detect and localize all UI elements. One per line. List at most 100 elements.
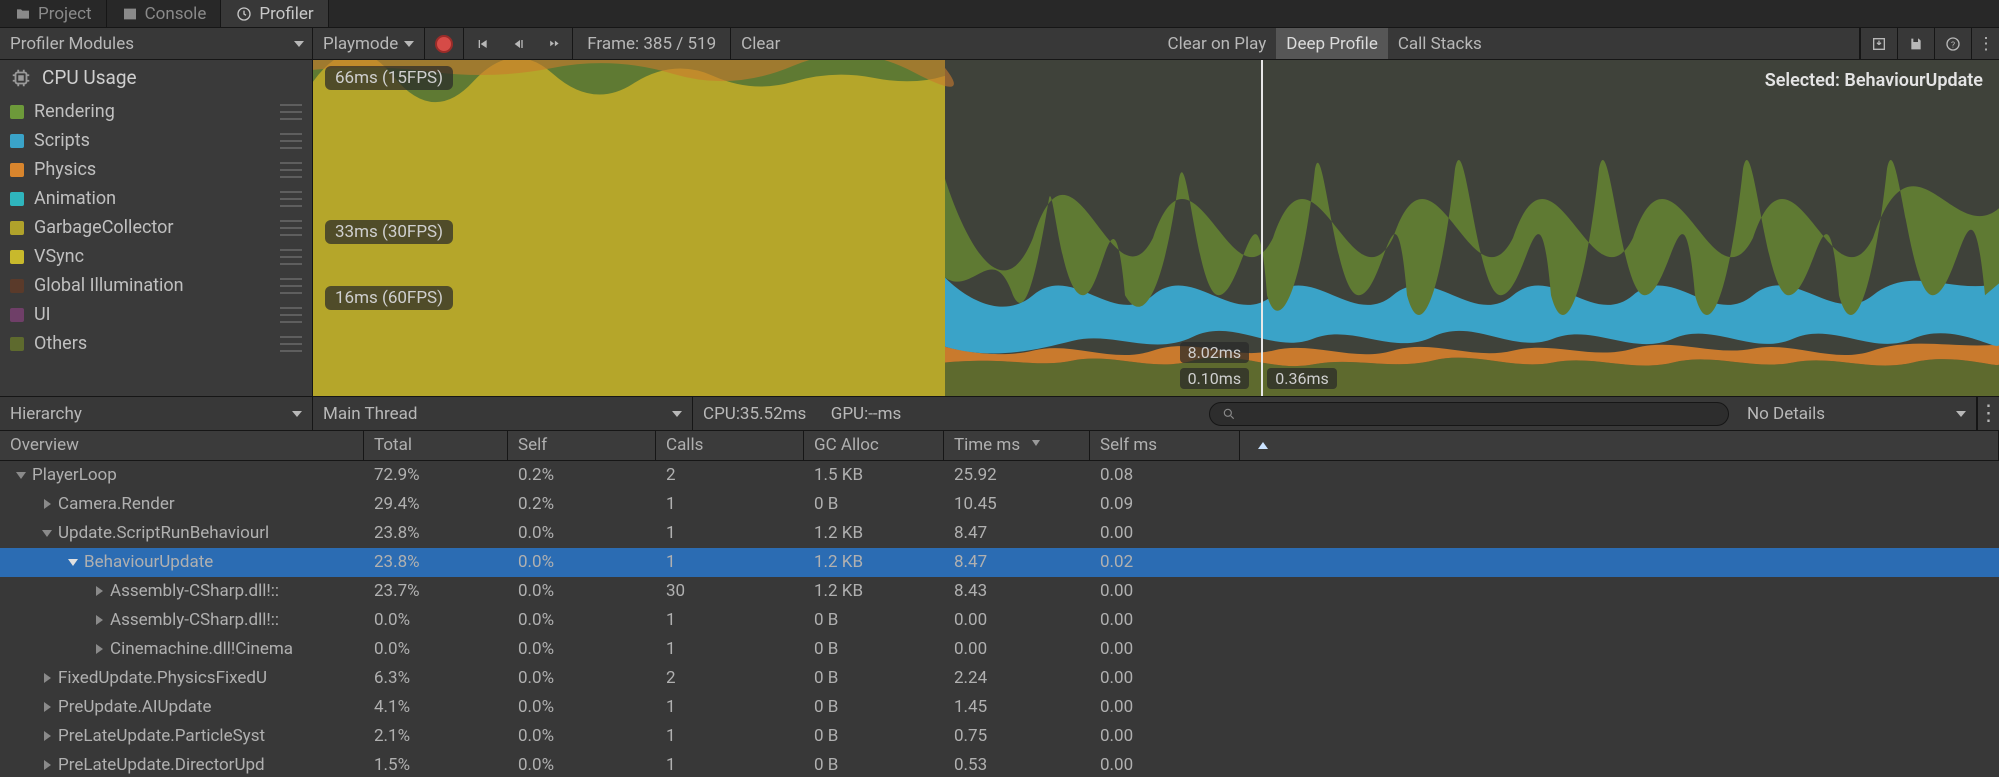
tab-profiler[interactable]: Profiler (221, 0, 328, 27)
tab-project[interactable]: Project (0, 0, 107, 27)
drag-handle-icon[interactable] (280, 191, 302, 207)
legend-item[interactable]: Others (0, 329, 312, 358)
legend-swatch (10, 221, 24, 235)
legend-label: Rendering (34, 101, 270, 122)
module-title[interactable]: CPU Usage (0, 60, 312, 97)
column-calls[interactable]: Calls (656, 431, 804, 460)
drag-handle-icon[interactable] (280, 162, 302, 178)
cell-calls: 1 (656, 726, 804, 746)
dropdown-label: Playmode (323, 34, 398, 54)
table-row[interactable]: Update.ScriptRunBehaviourl 23.8% 0.0% 1 … (0, 519, 1999, 548)
search-input[interactable] (1209, 402, 1729, 426)
next-frame-button[interactable] (536, 28, 572, 59)
record-button[interactable] (425, 28, 463, 59)
cell-self-ms: 0.09 (1090, 494, 1240, 514)
table-row[interactable]: Camera.Render 29.4% 0.2% 1 0 B 10.45 0.0… (0, 490, 1999, 519)
drag-handle-icon[interactable] (280, 278, 302, 294)
selected-marker-label: Selected: BehaviourUpdate (1765, 70, 1983, 91)
table-row[interactable]: PreUpdate.AIUpdate 4.1% 0.0% 1 0 B 1.45 … (0, 693, 1999, 722)
drag-handle-icon[interactable] (280, 336, 302, 352)
save-button[interactable] (1897, 28, 1934, 59)
column-time-ms[interactable]: Time ms (944, 431, 1090, 460)
prev-frame-button[interactable] (500, 28, 536, 59)
legend-item[interactable]: VSync (0, 242, 312, 271)
column-gc-alloc[interactable]: GC Alloc (804, 431, 944, 460)
table-row[interactable]: PreLateUpdate.ParticleSyst 2.1% 0.0% 1 0… (0, 722, 1999, 751)
row-name: Update.ScriptRunBehaviourl (58, 523, 269, 543)
cell-self: 0.0% (508, 726, 656, 746)
cell-time: 8.47 (944, 552, 1090, 572)
tab-console[interactable]: Console (107, 0, 222, 27)
folder-icon (14, 5, 32, 23)
drag-handle-icon[interactable] (280, 249, 302, 265)
first-frame-button[interactable] (464, 28, 500, 59)
column-total[interactable]: Total (364, 431, 508, 460)
table-row[interactable]: FixedUpdate.PhysicsFixedU 6.3% 0.0% 2 0 … (0, 664, 1999, 693)
cell-gc: 1.5 KB (804, 465, 944, 485)
clear-button[interactable]: Clear (731, 28, 790, 59)
table-row[interactable]: PreLateUpdate.DirectorUpd 1.5% 0.0% 1 0 … (0, 751, 1999, 777)
cell-gc: 0 B (804, 697, 944, 717)
context-menu-button[interactable]: ⋮ (1971, 28, 1999, 59)
dropdown-label: Main Thread (323, 404, 417, 424)
legend-item[interactable]: Scripts (0, 126, 312, 155)
legend-item[interactable]: Physics (0, 155, 312, 184)
disclosure-triangle[interactable] (40, 702, 54, 712)
disclosure-triangle[interactable] (40, 731, 54, 741)
drag-handle-icon[interactable] (280, 220, 302, 236)
column-self-ms[interactable]: Self ms (1090, 431, 1240, 460)
table-row[interactable]: BehaviourUpdate 23.8% 0.0% 1 1.2 KB 8.47… (0, 548, 1999, 577)
table-row[interactable]: Assembly-CSharp.dll!:: 23.7% 0.0% 30 1.2… (0, 577, 1999, 606)
disclosure-triangle[interactable] (92, 615, 106, 625)
step-forward-icon (546, 36, 562, 52)
details-panel-dropdown[interactable]: No Details (1737, 397, 1977, 430)
playmode-dropdown[interactable]: Playmode (313, 28, 424, 59)
cell-self: 0.2% (508, 494, 656, 514)
disclosure-triangle[interactable] (66, 559, 80, 566)
table-row[interactable]: Cinemachine.dll!Cinema 0.0% 0.0% 1 0 B 0… (0, 635, 1999, 664)
context-menu-button[interactable]: ⋮ (1977, 397, 1999, 430)
hierarchy-table[interactable]: PlayerLoop 72.9% 0.2% 2 1.5 KB 25.92 0.0… (0, 461, 1999, 777)
deep-profile-toggle[interactable]: Deep Profile (1276, 28, 1388, 59)
disclosure-triangle[interactable] (40, 673, 54, 683)
row-name: PreLateUpdate.ParticleSyst (58, 726, 265, 746)
column-overview[interactable]: Overview (0, 431, 364, 460)
legend-item[interactable]: GarbageCollector (0, 213, 312, 242)
legend-item[interactable]: UI (0, 300, 312, 329)
save-icon (1908, 36, 1924, 52)
drag-handle-icon[interactable] (280, 133, 302, 149)
legend-item[interactable]: Rendering (0, 97, 312, 126)
cell-self: 0.0% (508, 523, 656, 543)
drag-handle-icon[interactable] (280, 104, 302, 120)
disclosure-triangle[interactable] (40, 530, 54, 537)
table-row[interactable]: Assembly-CSharp.dll!:: 0.0% 0.0% 1 0 B 0… (0, 606, 1999, 635)
cell-time: 0.75 (944, 726, 1090, 746)
cell-self-ms: 0.00 (1090, 610, 1240, 630)
fps-marker-15: 66ms (15FPS) (325, 66, 453, 90)
load-button[interactable] (1860, 28, 1897, 59)
import-icon (1871, 36, 1887, 52)
cpu-chart[interactable]: 66ms (15FPS) 33ms (30FPS) 16ms (60FPS) S… (313, 60, 1999, 396)
kebab-icon: ⋮ (1978, 34, 1994, 54)
cell-time: 8.47 (944, 523, 1090, 543)
cell-self: 0.0% (508, 581, 656, 601)
help-button[interactable]: ? (1934, 28, 1971, 59)
legend-item[interactable]: Animation (0, 184, 312, 213)
disclosure-triangle[interactable] (92, 586, 106, 596)
legend-item[interactable]: Global Illumination (0, 271, 312, 300)
thread-dropdown[interactable]: Main Thread (313, 397, 693, 430)
column-self[interactable]: Self (508, 431, 656, 460)
view-mode-dropdown[interactable]: Hierarchy (0, 397, 313, 430)
drag-handle-icon[interactable] (280, 307, 302, 323)
clear-on-play-toggle[interactable]: Clear on Play (1158, 28, 1277, 59)
profiler-modules-dropdown[interactable]: Profiler Modules (0, 28, 313, 59)
call-stacks-toggle[interactable]: Call Stacks (1388, 28, 1492, 59)
disclosure-triangle[interactable] (92, 644, 106, 654)
disclosure-triangle[interactable] (14, 472, 28, 479)
disclosure-triangle[interactable] (40, 499, 54, 509)
sort-indicator-icon (1032, 440, 1040, 446)
disclosure-triangle[interactable] (40, 760, 54, 770)
cell-calls: 1 (656, 494, 804, 514)
column-warnings[interactable] (1240, 431, 1999, 460)
table-row[interactable]: PlayerLoop 72.9% 0.2% 2 1.5 KB 25.92 0.0… (0, 461, 1999, 490)
